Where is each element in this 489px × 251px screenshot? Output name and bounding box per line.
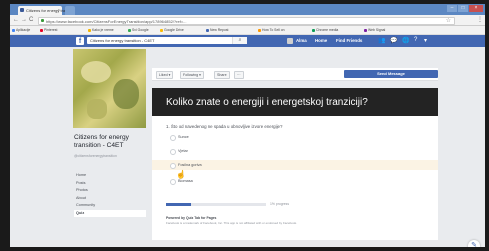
bookmark-item[interactable]: New Repost <box>206 28 228 32</box>
bookmark-item[interactable]: How To Sell on <box>258 28 285 32</box>
radio-button[interactable] <box>170 149 176 155</box>
bookmark-item[interactable]: Google Drive <box>160 28 184 32</box>
send-message-button[interactable]: Send Message <box>344 70 438 78</box>
window-controls: – □ × <box>447 5 483 12</box>
close-window-button[interactable]: × <box>469 5 483 12</box>
facebook-favicon-icon <box>20 8 24 12</box>
forward-icon[interactable]: → <box>21 16 27 24</box>
url-text: https://www.facebook.com/CitizensForEner… <box>46 19 187 24</box>
lock-icon <box>41 19 44 22</box>
quiz-card: Koliko znate o energiji i energetskoj tr… <box>152 88 438 240</box>
sidebar-item-about[interactable]: About <box>74 195 146 203</box>
messages-icon[interactable]: 💬 <box>390 37 397 44</box>
minimize-button[interactable]: – <box>447 5 457 12</box>
quiz-option[interactable]: Fosilna goriva <box>152 160 438 170</box>
tab-title: Citizens for energy tran <box>26 8 68 13</box>
bookmark-label: Google Drive <box>164 28 184 32</box>
quiz-option[interactable]: Vjetar <box>152 146 438 156</box>
quiz-option[interactable]: Biomasa <box>152 176 438 186</box>
home-link[interactable]: Home <box>315 38 327 43</box>
quiz-progress-label: 1% progress <box>270 202 290 206</box>
bookmark-label: Chrome media <box>316 28 339 32</box>
page-profile-picture[interactable] <box>73 49 146 128</box>
reload-icon[interactable]: C <box>29 16 33 24</box>
account-menu-icon[interactable]: ▾ <box>424 37 427 44</box>
friend-requests-icon[interactable]: 👥 <box>378 37 385 44</box>
bookmark-item[interactable]: Web Signal <box>364 28 385 32</box>
help-icon[interactable]: ? <box>414 37 417 43</box>
picture-shape <box>81 61 111 83</box>
following-button[interactable]: Following ▾ <box>180 71 204 79</box>
share-button[interactable]: Share <box>214 71 230 79</box>
page-handle: @citizensforenergytransition <box>74 154 117 158</box>
more-options-button[interactable]: ··· <box>234 71 244 79</box>
quiz-title: Koliko znate o energiji i energetskoj tr… <box>166 97 368 108</box>
bookmark-label: Pinterest <box>44 28 58 32</box>
quiz-footer-text: Facebook is a trademark of Facebook, Inc… <box>166 221 297 225</box>
quiz-header: Koliko znate o energiji i energetskoj tr… <box>152 88 438 116</box>
chat-icon[interactable]: ✎ <box>468 240 480 247</box>
liked-button[interactable]: Liked ▾ <box>156 71 174 79</box>
back-icon[interactable]: ← <box>13 16 19 24</box>
quiz-option[interactable]: Sunce <box>152 132 438 142</box>
bookmark-label: Svi Google <box>132 28 149 32</box>
sidebar-item-quiz[interactable]: Quiz <box>74 209 146 217</box>
search-icon[interactable]: ⌕ <box>232 37 247 44</box>
browser-menu-icon[interactable]: ⋮ <box>477 16 483 23</box>
radio-button[interactable] <box>170 163 176 169</box>
bookmark-label: Kako je vreme <box>92 28 114 32</box>
tab-close-icon[interactable]: × <box>58 7 60 12</box>
facebook-logo-icon[interactable]: f <box>76 37 84 45</box>
address-toolbar: ← → C https://www.facebook.com/CitizensF… <box>10 15 485 26</box>
browser-tab[interactable]: Citizens for energy tran × <box>18 6 67 15</box>
bookmark-item[interactable]: Svi Google <box>128 28 149 32</box>
sidebar-item-home[interactable]: Home <box>74 172 146 180</box>
quiz-option-label: Sunce <box>178 134 189 139</box>
browser-window: Citizens for energy tran × – □ × ← → C h… <box>10 4 485 247</box>
find-friends-link[interactable]: Find Friends <box>336 38 362 43</box>
quiz-question: 1. Što od navedenog ne spada u obnovljiv… <box>166 124 283 129</box>
search-value: Citizens for energy transition - C4ET <box>90 38 155 43</box>
avatar[interactable] <box>287 38 293 44</box>
quiz-option-label: Biomasa <box>178 178 193 183</box>
tab-strip: Citizens for energy tran × – □ × <box>10 4 485 15</box>
hand-cursor-icon: ☝ <box>176 170 186 179</box>
facebook-top-bar: f Citizens for energy transition - C4ET … <box>10 35 485 47</box>
picture-shape <box>113 79 139 109</box>
quiz-progress-fill <box>166 203 191 206</box>
quiz-option-label: Fosilna goriva <box>178 162 202 167</box>
bookmark-item[interactable]: Aplikacije <box>12 28 30 32</box>
address-bar[interactable]: https://www.facebook.com/CitizensForEner… <box>38 17 455 25</box>
sidebar-item-photos[interactable]: Photos <box>74 187 146 195</box>
search-input[interactable]: Citizens for energy transition - C4ET ⌕ <box>87 37 247 44</box>
quiz-progress-bar <box>166 203 266 206</box>
maximize-button[interactable]: □ <box>458 5 468 12</box>
notifications-icon[interactable]: 🌐 <box>402 37 409 44</box>
sidebar-item-community[interactable]: Community <box>74 202 146 210</box>
bookmark-label: New Repost <box>210 28 229 32</box>
page-side-nav: Home Posts Photos About Community Quiz <box>74 172 146 217</box>
bookmark-item[interactable]: Kako je vreme <box>88 28 114 32</box>
bookmarks-bar: Aplikacije Pinterest Kako je vreme Svi G… <box>10 26 485 35</box>
picture-shape <box>87 99 107 119</box>
page-title[interactable]: Citizens for energy transition - C4ET <box>74 134 146 150</box>
bookmark-label: Web Signal <box>368 28 386 32</box>
quiz-footer-title[interactable]: Powered by Quiz Tab for Pages <box>166 216 216 220</box>
bookmark-item[interactable]: Pinterest <box>40 28 57 32</box>
profile-link[interactable]: Alma <box>296 38 307 43</box>
radio-button[interactable] <box>170 135 176 141</box>
bookmark-item[interactable]: Chrome media <box>312 28 338 32</box>
quiz-option-label: Vjetar <box>178 148 188 153</box>
new-tab-button[interactable] <box>65 6 75 15</box>
bookmark-label: How To Sell on <box>262 28 285 32</box>
sidebar-item-posts[interactable]: Posts <box>74 180 146 188</box>
bookmark-label: Aplikacije <box>16 28 31 32</box>
bookmark-star-icon[interactable]: ☆ <box>446 17 451 24</box>
radio-button[interactable] <box>170 179 176 185</box>
